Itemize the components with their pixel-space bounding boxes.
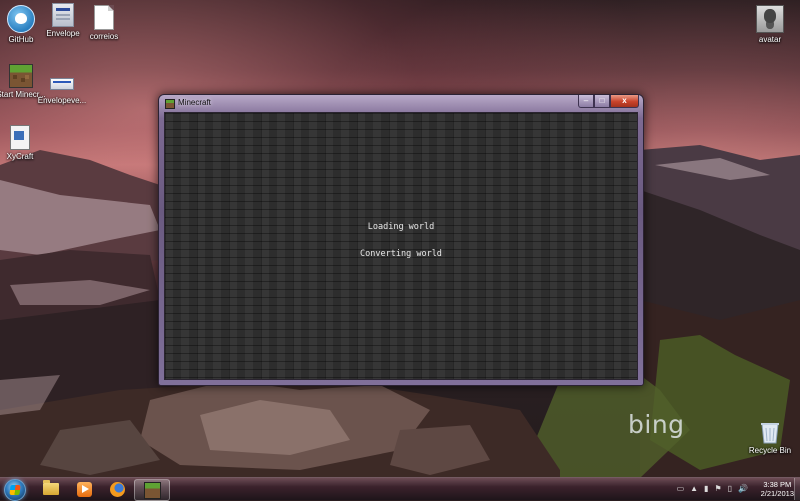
taskbar-minecraft-button[interactable]	[134, 479, 170, 501]
clock-date: 2/21/2013	[760, 489, 794, 498]
show-hidden-icons-arrow[interactable]: ▲	[690, 484, 698, 493]
github-icon	[7, 5, 35, 33]
minecraft-icon	[143, 481, 161, 499]
show-desktop-button[interactable]	[794, 478, 800, 500]
minecraft-icon	[9, 64, 33, 88]
media-play-icon	[76, 481, 92, 497]
avatar-image-icon	[756, 5, 784, 33]
clock-time: 3:38 PM	[763, 480, 792, 489]
game-client-area[interactable]: Loading world Converting world	[164, 112, 638, 380]
taskbar: ▭ ▲ ▮ ⚑ ▯ 🔊 3:38 PM 2/21/2013	[0, 477, 800, 501]
xycraft-icon	[10, 125, 30, 150]
window-controls: – □ x	[578, 95, 639, 108]
minecraft-window[interactable]: Minecraft – □ x Loading world Converting…	[158, 94, 644, 386]
desktop-icon-label: avatar	[758, 35, 782, 44]
envelope-app-icon	[52, 3, 74, 27]
desktop-icon-label: XyCraft	[6, 152, 34, 161]
document-icon	[94, 5, 114, 30]
desktop-icon-correios[interactable]: correios	[76, 5, 132, 41]
minecraft-icon	[165, 99, 175, 109]
window-titlebar[interactable]: Minecraft – □ x	[159, 95, 643, 111]
taskbar-explorer-button[interactable]	[34, 479, 68, 499]
firefox-icon	[109, 481, 125, 497]
tray-overflow-icon[interactable]: ▭	[677, 484, 685, 493]
taskbar-clock[interactable]: 3:38 PM 2/21/2013	[761, 480, 794, 498]
recycle-bin-icon	[760, 420, 780, 444]
desktop-icon-recycle-bin[interactable]: Recycle Bin	[742, 420, 798, 455]
envelope-exe-icon	[50, 78, 74, 90]
action-center-icon[interactable]: ⚑	[714, 484, 721, 493]
desktop-icon-label: Envelopeve...	[37, 96, 87, 105]
folder-icon	[43, 480, 59, 495]
desktop-icon-label: Recycle Bin	[748, 446, 792, 455]
desktop-icon-envelope-exe[interactable]: Envelopeve...	[34, 68, 90, 105]
maximize-button[interactable]: □	[594, 95, 610, 108]
network-icon[interactable]: ▮	[704, 484, 708, 493]
desktop-icon-avatar[interactable]: avatar	[742, 5, 798, 44]
loading-status-detail: Converting world	[360, 249, 442, 259]
start-button[interactable]	[4, 479, 26, 501]
taskbar-media-player-button[interactable]	[67, 479, 101, 499]
taskbar-firefox-button[interactable]	[100, 479, 134, 499]
loading-status-title: Loading world	[367, 222, 435, 232]
volume-icon[interactable]: 🔊	[738, 484, 748, 493]
desktop-icon-label: correios	[89, 32, 119, 41]
close-button[interactable]: x	[610, 95, 639, 108]
bing-logo: bing	[628, 410, 685, 439]
power-icon[interactable]: ▯	[728, 484, 732, 493]
window-title: Minecraft	[178, 98, 211, 107]
desktop-icon-xycraft[interactable]: XyCraft	[0, 125, 48, 161]
system-tray: ▭ ▲ ▮ ⚑ ▯ 🔊	[677, 484, 748, 493]
minimize-button[interactable]: –	[578, 95, 594, 108]
